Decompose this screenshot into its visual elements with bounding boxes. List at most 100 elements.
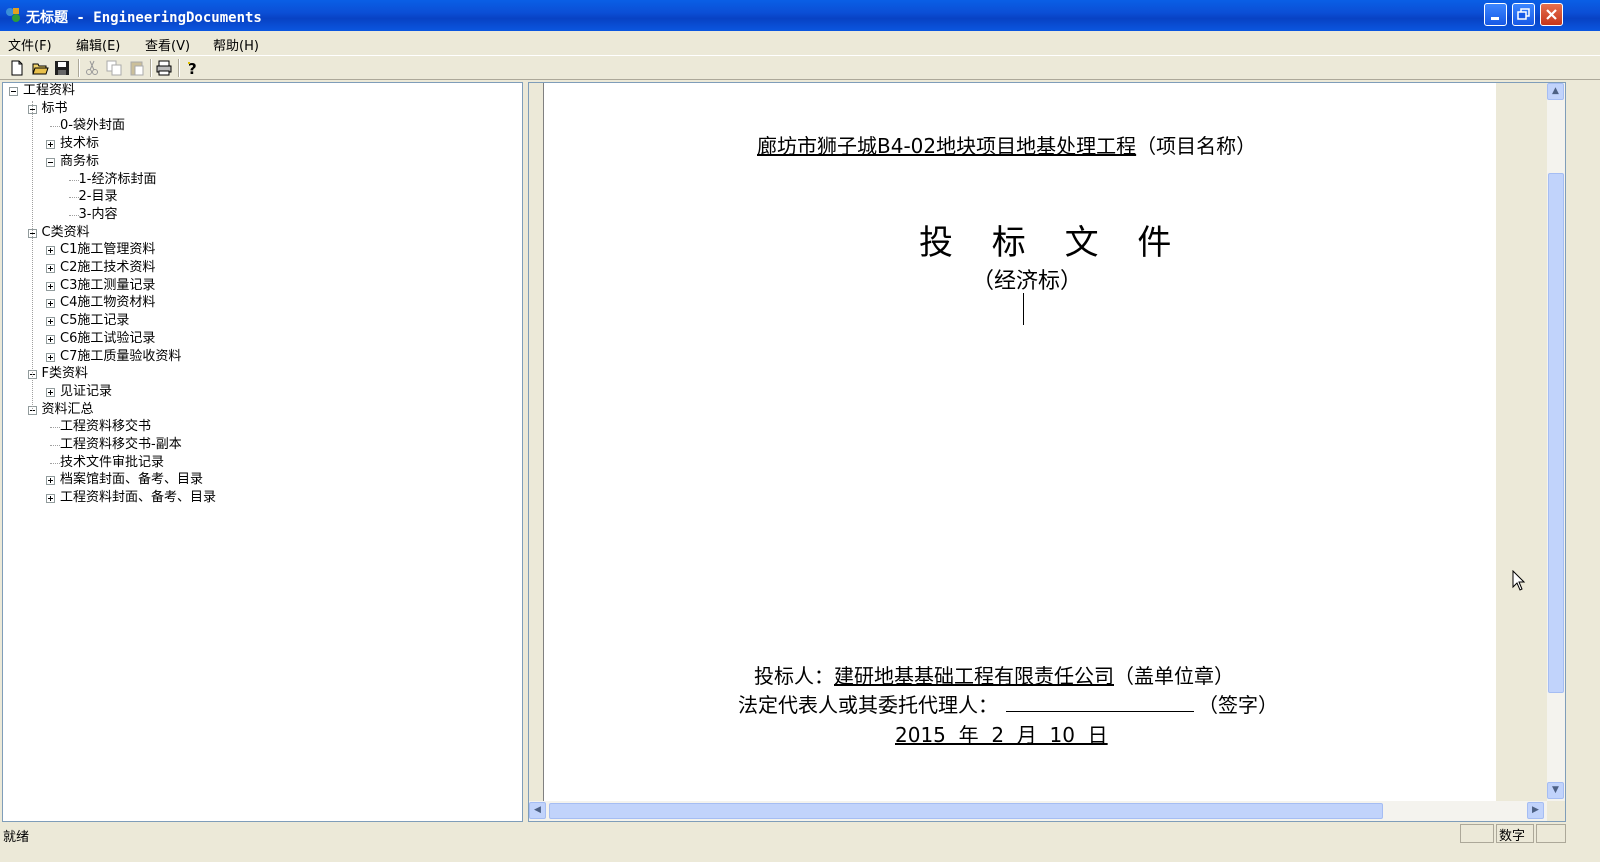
bidder-suffix: （盖单位章）: [1114, 664, 1234, 688]
document-date: 2015 年 2 月 10 日: [895, 723, 1108, 747]
document-heading: 投 标 文 件: [919, 223, 1186, 263]
app-icon: [6, 8, 20, 22]
status-indicator-scroll: [1536, 824, 1566, 843]
title-bar: 无标题 - EngineeringDocuments: [0, 0, 1600, 31]
signature-blank: [1006, 693, 1194, 712]
horizontal-scroll-thumb[interactable]: [549, 803, 1383, 819]
cut-icon[interactable]: [83, 59, 101, 77]
scroll-right-arrow[interactable]: ▶: [1527, 802, 1544, 819]
document-tree[interactable]: 工程资料标书 0-袋外封面 技术标商务标 1-经济标封面 2-目录 3-内容 C类资料 C1施…: [2, 82, 523, 822]
project-name-line: 廊坊市狮子城B4-02地块项目地基处理工程（项目名称）: [757, 130, 1256, 159]
document-page[interactable]: 廊坊市狮子城B4-02地块项目地基处理工程（项目名称） 投 标 文 件 （经济标…: [544, 83, 1496, 801]
tree-guide-line: [31, 101, 33, 411]
tree-item[interactable]: 商务标: [60, 154, 99, 170]
tree-item[interactable]: 工程资料: [23, 83, 75, 99]
collapse-icon[interactable]: [46, 157, 55, 167]
tree-item[interactable]: 技术文件审批记录: [60, 455, 164, 471]
menu-file[interactable]: 文件(F): [8, 35, 52, 54]
tree-item[interactable]: C6施工试验记录: [60, 331, 155, 347]
expand-icon[interactable]: [46, 140, 55, 150]
toolbar-separator: [78, 59, 80, 77]
expand-icon[interactable]: [46, 334, 55, 344]
tree-connector: [68, 197, 79, 199]
toolbar-separator: [150, 59, 152, 77]
expand-icon[interactable]: [46, 352, 55, 362]
tree-item[interactable]: 工程资料封面、备考、目录: [60, 490, 216, 506]
representative-line: 法定代表人或其委托代理人： （签字）: [738, 689, 1278, 718]
project-name: 廊坊市狮子城B4-02地块项目地基处理工程: [757, 134, 1137, 158]
tree-item[interactable]: C4施工物资材料: [60, 295, 155, 311]
menu-edit[interactable]: 编辑(E): [76, 35, 120, 54]
tree-item[interactable]: 工程资料移交书-副本: [60, 437, 182, 453]
save-icon[interactable]: [53, 59, 71, 77]
status-num-lock: 数字: [1496, 824, 1534, 844]
window-title: 无标题 - EngineeringDocuments: [26, 10, 262, 26]
vertical-scroll-thumb[interactable]: [1548, 173, 1564, 693]
bidder-label: 投标人：: [754, 664, 834, 688]
scroll-down-arrow[interactable]: ▼: [1547, 782, 1564, 799]
expand-icon[interactable]: [46, 387, 55, 397]
tree-item[interactable]: 见证记录: [60, 384, 112, 400]
horizontal-scrollbar[interactable]: ◀ ▶: [529, 801, 1547, 821]
representative-label: 法定代表人或其委托代理人：: [738, 693, 998, 717]
status-indicator-empty: [1460, 824, 1494, 843]
tree-item[interactable]: C3施工测量记录: [60, 278, 155, 294]
expand-icon[interactable]: [46, 476, 55, 486]
tree-item[interactable]: C7施工质量验收资料: [60, 349, 181, 365]
tree-item[interactable]: C2施工技术资料: [60, 260, 155, 276]
expand-icon[interactable]: [46, 317, 55, 327]
status-bar: 就绪 数字: [0, 823, 1600, 862]
expand-icon[interactable]: [46, 246, 55, 256]
tree-item[interactable]: C5施工记录: [60, 313, 129, 329]
status-text: 就绪: [3, 830, 30, 845]
bidder-name: 建研地基基础工程有限责任公司: [834, 664, 1114, 688]
help-icon[interactable]: ?: [183, 59, 201, 77]
menu-view[interactable]: 查看(V): [145, 35, 190, 54]
document-subheading: （经济标）: [972, 269, 1083, 294]
vertical-scrollbar[interactable]: ▲ ▼: [1547, 83, 1565, 801]
tree-item[interactable]: 档案馆封面、备考、目录: [60, 472, 203, 488]
representative-suffix: （签字）: [1198, 693, 1278, 717]
tree-connector: [50, 462, 60, 464]
expand-icon[interactable]: [46, 281, 55, 291]
left-margin: [529, 83, 544, 801]
expand-icon[interactable]: [46, 264, 55, 273]
mouse-pointer-icon: [1512, 570, 1526, 591]
tree-item[interactable]: 资料汇总: [42, 402, 94, 418]
tree-item[interactable]: 2-目录: [79, 189, 118, 205]
expand-icon[interactable]: [46, 494, 55, 504]
tree-item[interactable]: 1-经济标封面: [79, 172, 157, 188]
minimize-button[interactable]: [1484, 3, 1507, 26]
tree-item[interactable]: C类资料: [42, 225, 90, 241]
scroll-up-arrow[interactable]: ▲: [1547, 83, 1564, 100]
tree-connector: [50, 427, 60, 429]
copy-icon[interactable]: [105, 59, 123, 77]
tree-item[interactable]: C1施工管理资料: [60, 242, 155, 258]
restore-icon: [1517, 8, 1530, 20]
tree-item[interactable]: 0-袋外封面: [60, 118, 125, 134]
restore-button[interactable]: [1512, 3, 1535, 26]
close-button[interactable]: [1540, 3, 1563, 26]
tree-item[interactable]: 3-内容: [79, 207, 118, 223]
document-view: 廊坊市狮子城B4-02地块项目地基处理工程（项目名称） 投 标 文 件 （经济标…: [528, 82, 1566, 822]
menu-bar: 文件(F) 编辑(E) 查看(V) 帮助(H): [0, 31, 1600, 55]
paste-icon[interactable]: [128, 59, 146, 77]
open-icon[interactable]: [31, 59, 49, 77]
tree-item[interactable]: 技术标: [60, 136, 99, 152]
print-icon[interactable]: [155, 59, 173, 77]
scroll-left-arrow[interactable]: ◀: [529, 802, 546, 819]
close-icon: [1546, 9, 1557, 20]
menu-help[interactable]: 帮助(H): [213, 35, 259, 54]
tree-connector: [50, 126, 60, 128]
tree-item[interactable]: 标书: [42, 101, 68, 117]
tree-connector: [50, 445, 60, 446]
collapse-icon[interactable]: [9, 87, 18, 96]
project-name-suffix: （项目名称）: [1136, 134, 1257, 158]
tree-item[interactable]: 工程资料移交书: [60, 419, 151, 435]
right-margin: [1496, 83, 1547, 801]
expand-icon[interactable]: [46, 299, 55, 309]
tree-connector: [68, 214, 79, 216]
tree-item[interactable]: F类资料: [42, 366, 88, 382]
toolbar-separator: [178, 59, 180, 77]
new-icon[interactable]: [8, 59, 26, 77]
